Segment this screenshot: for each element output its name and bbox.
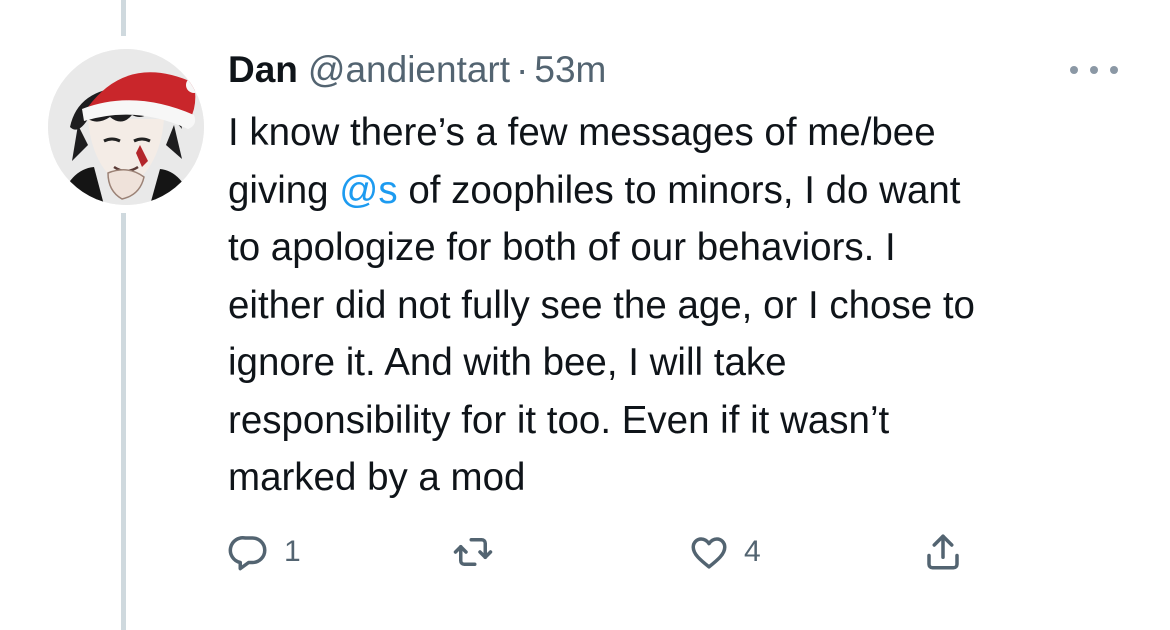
tweet-line: ignore it. And with bee, I will take bbox=[228, 341, 787, 384]
separator-dot: · bbox=[516, 49, 529, 90]
thread-line bbox=[121, 0, 126, 36]
tweet-line: to apologize for both of our behaviors. … bbox=[228, 226, 896, 269]
dot bbox=[1090, 66, 1098, 74]
avatar[interactable] bbox=[48, 49, 204, 205]
reply-count: 1 bbox=[284, 535, 301, 568]
tweet-header: Dan @andientart · 53m bbox=[228, 44, 606, 96]
reply-button[interactable]: 1 bbox=[228, 520, 301, 584]
tweet-line: I know there’s a few messages of me/bee bbox=[228, 111, 936, 154]
like-count: 4 bbox=[744, 535, 761, 568]
dot bbox=[1070, 66, 1078, 74]
tweet-line: either did not fully see the age, or I c… bbox=[228, 283, 975, 327]
dot bbox=[1110, 66, 1118, 74]
action-bar: 1 4 bbox=[228, 520, 988, 584]
thread-line bbox=[121, 213, 126, 630]
heart-icon bbox=[691, 537, 727, 569]
avatar-image bbox=[48, 49, 204, 205]
share-button[interactable] bbox=[922, 520, 964, 584]
tweet-line: giving @s of zoophiles to minors, I do w… bbox=[228, 168, 961, 212]
tweet-text: I know there’s a few messages of me/bee … bbox=[228, 104, 1128, 507]
share-icon bbox=[927, 534, 959, 570]
retweet-button[interactable] bbox=[452, 520, 508, 584]
reply-icon bbox=[228, 535, 267, 571]
more-options-icon[interactable] bbox=[1070, 56, 1118, 84]
like-button[interactable]: 4 bbox=[688, 520, 761, 584]
author-name[interactable]: Dan bbox=[228, 49, 298, 90]
tweet-line: marked by a mod bbox=[228, 456, 526, 499]
tweet-line: responsibility for it too. Even if it wa… bbox=[228, 398, 890, 442]
author-handle[interactable]: @andientart bbox=[308, 49, 510, 90]
timestamp[interactable]: 53m bbox=[534, 49, 606, 90]
mention-link[interactable]: @s bbox=[339, 169, 397, 212]
retweet-icon bbox=[453, 538, 493, 566]
